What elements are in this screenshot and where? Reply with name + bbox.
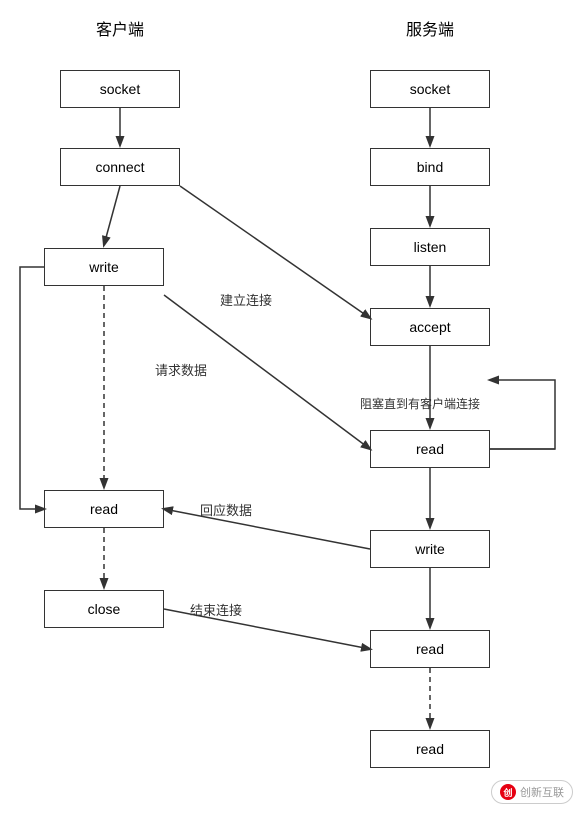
server-read-box: read — [370, 430, 490, 468]
client-title: 客户端 — [60, 16, 180, 40]
server-listen-box: listen — [370, 228, 490, 266]
server-title: 服务端 — [370, 16, 490, 40]
diagram-container: 客户端 服务端 socket connect write read close … — [0, 0, 583, 814]
arrows-svg — [0, 0, 583, 814]
server-read3-box: read — [370, 730, 490, 768]
server-bind-box: bind — [370, 148, 490, 186]
server-accept-box: accept — [370, 308, 490, 346]
watermark: 创 创新互联 — [491, 780, 573, 804]
server-socket-box: socket — [370, 70, 490, 108]
client-write-box: write — [44, 248, 164, 286]
client-connect-box: connect — [60, 148, 180, 186]
client-close-box: close — [44, 590, 164, 628]
client-socket-box: socket — [60, 70, 180, 108]
block-label: 阻塞直到有客户端连接 — [360, 395, 480, 412]
establish-label: 建立连接 — [220, 290, 272, 309]
server-write-box: write — [370, 530, 490, 568]
response-label: 回应数据 — [200, 500, 252, 519]
client-read-box: read — [44, 490, 164, 528]
watermark-text: 创新互联 — [520, 784, 564, 800]
server-read2-box: read — [370, 630, 490, 668]
end-label: 结束连接 — [190, 600, 242, 619]
request-label: 请求数据 — [155, 360, 207, 379]
watermark-icon: 创 — [500, 784, 516, 800]
